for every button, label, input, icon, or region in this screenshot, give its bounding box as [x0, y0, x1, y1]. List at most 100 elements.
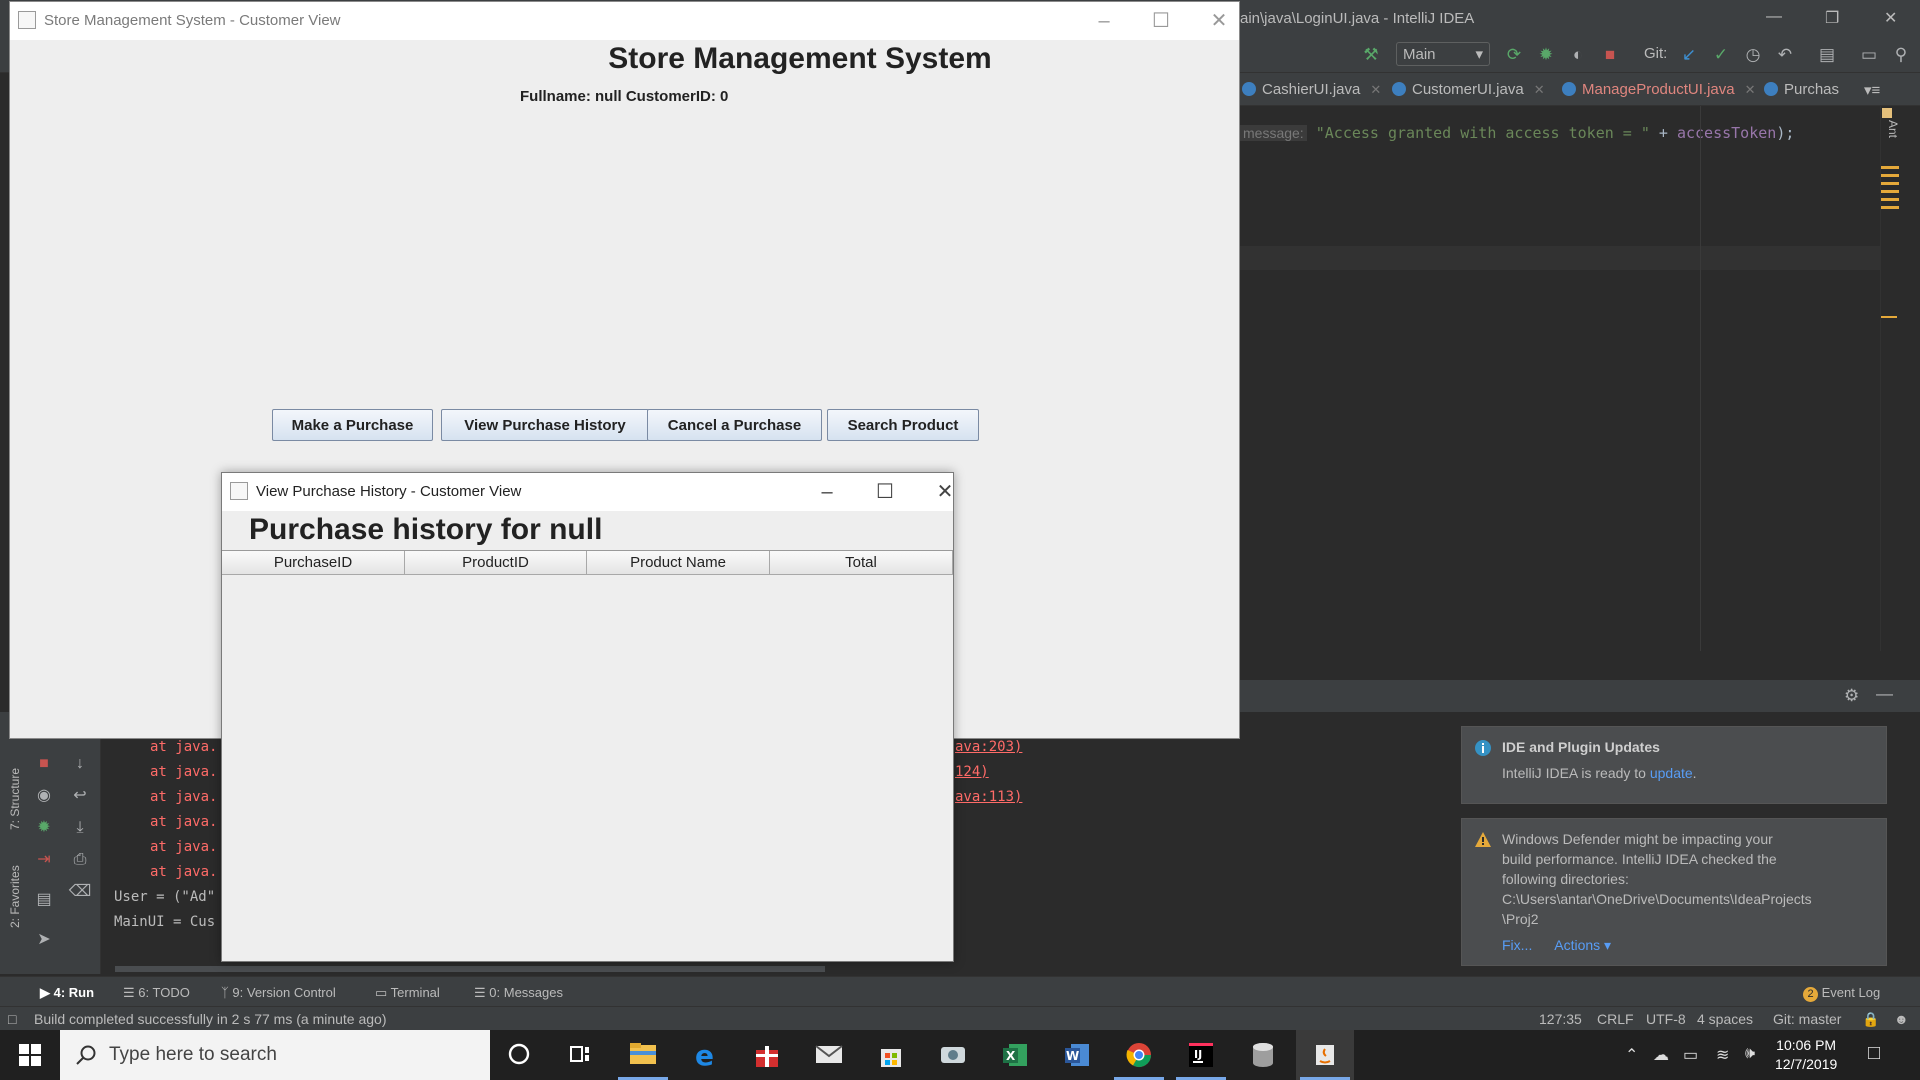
debug-icon[interactable]: ✹	[32, 816, 56, 840]
snipping-tool-icon[interactable]	[924, 1030, 982, 1080]
structure-side-label[interactable]: 7: Structure	[8, 768, 22, 830]
tab-overflow-icon[interactable]: ▾≡	[1864, 81, 1880, 99]
git-update-icon[interactable]: ↙	[1678, 44, 1700, 66]
store-icon[interactable]	[862, 1030, 920, 1080]
tab-close-icon[interactable]: ✕	[1370, 82, 1381, 97]
tab-manageproductui[interactable]: ManageProductUI.java ✕	[1562, 81, 1756, 98]
ide-close-icon[interactable]: ✕	[1884, 8, 1897, 28]
battery-icon[interactable]: ▭	[1683, 1045, 1698, 1065]
close-icon[interactable]: ✕	[1196, 6, 1242, 36]
stack-link[interactable]: ava:203)	[955, 739, 1022, 755]
soft-wrap-icon[interactable]: ↩	[68, 784, 92, 808]
dialog-titlebar[interactable]: View Purchase History - Customer View – …	[222, 473, 953, 511]
vcs-tool-tab[interactable]: ᛉ 9: Version Control	[221, 985, 336, 1000]
git-branch[interactable]: Git: master	[1773, 1011, 1841, 1027]
fix-link[interactable]: Fix...	[1502, 937, 1532, 953]
stop-icon[interactable]: ■	[1599, 44, 1621, 66]
taskbar-search-input[interactable]: Type here to search	[60, 1030, 490, 1080]
tab-purchase[interactable]: Purchas	[1764, 81, 1839, 98]
layout-icon[interactable]: ▤	[32, 888, 56, 912]
inspector-icon[interactable]: ☻	[1894, 1011, 1909, 1027]
excel-icon[interactable]: X	[986, 1030, 1044, 1080]
file-explorer-icon[interactable]	[614, 1030, 672, 1080]
minimize-icon[interactable]: –	[1081, 6, 1127, 36]
error-stripe	[1880, 106, 1920, 651]
cortana-icon[interactable]	[490, 1030, 548, 1080]
intellij-icon[interactable]: IJ	[1172, 1030, 1230, 1080]
line-separator[interactable]: CRLF	[1597, 1011, 1634, 1027]
task-view-icon[interactable]	[551, 1030, 609, 1080]
hide-panel-icon[interactable]: —	[1876, 684, 1893, 704]
tab-cashierui[interactable]: CashierUI.java ✕	[1242, 81, 1381, 98]
print-icon[interactable]: ⎙	[68, 848, 92, 872]
favorites-side-label[interactable]: 2: Favorites	[8, 865, 22, 928]
close-icon[interactable]: ✕	[922, 477, 968, 507]
scroll-down-icon[interactable]: ↓	[68, 752, 92, 776]
history-icon[interactable]: ◷	[1742, 44, 1764, 66]
mail-icon[interactable]	[800, 1030, 858, 1080]
onedrive-icon[interactable]: ☁	[1653, 1045, 1669, 1065]
edge-icon[interactable]: e	[676, 1030, 734, 1080]
maximize-icon[interactable]: ☐	[862, 477, 908, 507]
status-square-icon[interactable]: □	[8, 1011, 16, 1027]
purchase-history-table[interactable]: PurchaseID ProductID Product Name Total	[222, 550, 953, 961]
settings-gear-icon[interactable]: ⚙	[1844, 686, 1859, 706]
messages-tool-tab[interactable]: ☰ 0: Messages	[474, 985, 563, 1001]
ide-minimize-icon[interactable]: —	[1766, 8, 1782, 26]
volume-icon[interactable]: 🕪	[1745, 1045, 1755, 1063]
stack-link[interactable]: ava:113)	[955, 789, 1022, 805]
ide-restore-icon[interactable]: ❐	[1825, 8, 1839, 28]
actions-link[interactable]: Actions ▾	[1554, 937, 1611, 953]
lock-icon[interactable]: 🔒	[1862, 1011, 1879, 1028]
system-clock[interactable]: 10:06 PM 12/7/2019	[1775, 1036, 1837, 1074]
tray-expand-icon[interactable]: ⌃	[1625, 1045, 1638, 1065]
stop-run-icon[interactable]: ■	[32, 752, 56, 776]
update-link[interactable]: update	[1650, 765, 1693, 781]
trash-icon[interactable]: ⌫	[68, 880, 92, 904]
revert-icon[interactable]: ↶	[1774, 44, 1796, 66]
chrome-icon[interactable]	[1110, 1030, 1168, 1080]
java-app-taskbar-icon[interactable]	[1296, 1030, 1354, 1080]
ant-side-label[interactable]: Ant	[1886, 120, 1900, 138]
stack-link[interactable]: 124)	[955, 764, 989, 780]
git-commit-icon[interactable]: ✓	[1710, 44, 1732, 66]
maximize-icon[interactable]: ☐	[1138, 6, 1184, 36]
column-header-total[interactable]: Total	[770, 551, 953, 575]
gift-app-icon[interactable]	[738, 1030, 796, 1080]
view-purchase-history-button[interactable]: View Purchase History	[441, 409, 649, 441]
event-log-tab[interactable]: 2 Event Log	[1803, 985, 1880, 1002]
indent-setting[interactable]: 4 spaces	[1697, 1011, 1753, 1027]
cancel-purchase-button[interactable]: Cancel a Purchase	[647, 409, 822, 441]
todo-tool-tab[interactable]: ☰ 6: TODO	[123, 985, 190, 1001]
tab-close-icon[interactable]: ✕	[1745, 82, 1756, 97]
column-header-product-name[interactable]: Product Name	[587, 551, 770, 575]
console-hscrollbar[interactable]	[115, 966, 825, 972]
make-purchase-button[interactable]: Make a Purchase	[272, 409, 433, 441]
terminal-tool-tab[interactable]: ▭ Terminal	[375, 985, 440, 1001]
pin-icon[interactable]: ➤	[32, 928, 56, 952]
minimize-icon[interactable]: –	[804, 477, 850, 507]
project-structure-icon[interactable]: ▤	[1816, 44, 1838, 66]
main-window-titlebar[interactable]: Store Management System - Customer View …	[10, 2, 1239, 40]
search-product-button[interactable]: Search Product	[827, 409, 979, 441]
start-button[interactable]	[0, 1030, 60, 1080]
exit-icon[interactable]: ⇥	[32, 848, 56, 872]
action-center-icon[interactable]: □	[1868, 1042, 1880, 1065]
scroll-to-end-icon[interactable]: ⤓	[68, 816, 92, 840]
tab-close-icon[interactable]: ✕	[1534, 82, 1545, 97]
column-header-productid[interactable]: ProductID	[405, 551, 587, 575]
caret-position[interactable]: 127:35	[1539, 1011, 1582, 1027]
camera-icon[interactable]: ◉	[32, 784, 56, 808]
column-header-purchaseid[interactable]: PurchaseID	[222, 551, 405, 575]
windows-taskbar: Type here to search e X W IJ ⌃ ☁ ▭ ≋ 🕪 1…	[0, 1030, 1920, 1080]
tab-customerui[interactable]: CustomerUI.java ✕	[1392, 81, 1545, 98]
layout-icon[interactable]: ▭	[1858, 44, 1880, 66]
file-encoding[interactable]: UTF-8	[1646, 1011, 1686, 1027]
word-icon[interactable]: W	[1048, 1030, 1106, 1080]
status-message[interactable]: Build completed successfully in 2 s 77 m…	[34, 1011, 387, 1027]
run-tool-tab[interactable]: ▶ 4: Run	[40, 985, 94, 1001]
database-icon[interactable]	[1234, 1030, 1292, 1080]
search-everywhere-icon[interactable]: ⚲	[1890, 44, 1912, 66]
code-editor[interactable]: message: "Access granted with access tok…	[1240, 106, 1880, 651]
wifi-icon[interactable]: ≋	[1716, 1045, 1729, 1065]
